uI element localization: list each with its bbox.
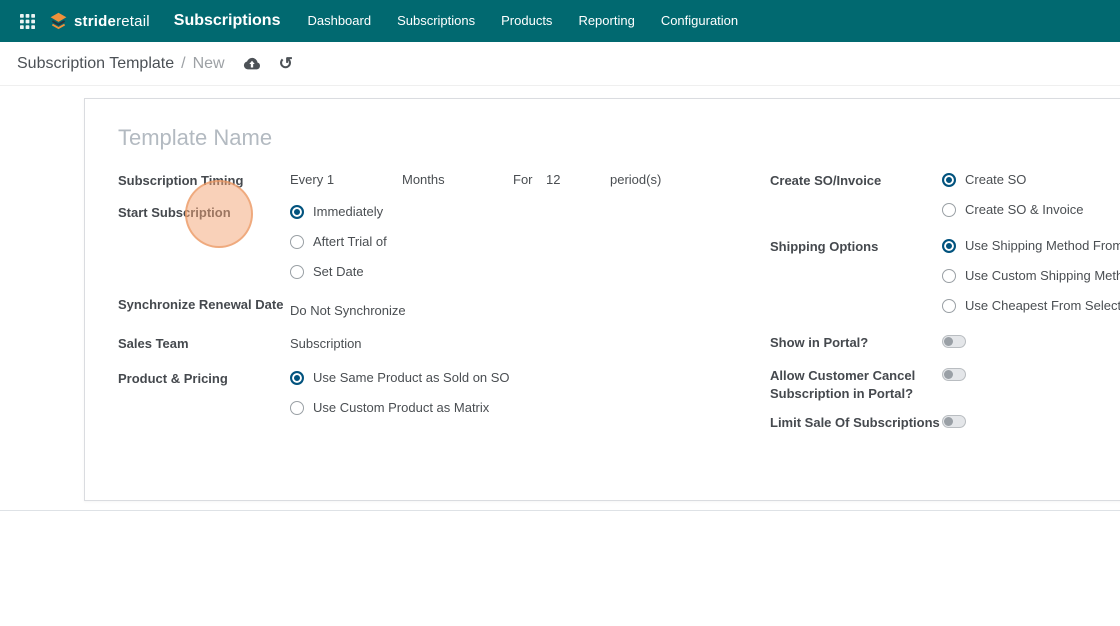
apps-grid-icon[interactable] [10, 0, 44, 42]
brand-logo[interactable]: strideretail [44, 11, 160, 32]
show-in-portal-label: Show in Portal? [770, 335, 869, 350]
radio-unchecked-icon[interactable] [942, 299, 956, 313]
main-menu: Dashboard Subscriptions Products Reporti… [294, 0, 751, 42]
breadcrumb-separator: / [181, 54, 186, 72]
form-grid: Subscription Timing Every 1 Months For 1… [118, 171, 1120, 445]
brand-name: strideretail [74, 12, 150, 30]
discard-undo-icon[interactable]: ↺ [279, 55, 293, 72]
bottom-divider [0, 510, 1120, 511]
timing-unit-select[interactable]: Months [402, 171, 513, 189]
shipping-options: Use Shipping Method From Use Custom Ship… [942, 237, 1120, 315]
timing-fields: Every 1 Months For 12 period(s) [290, 171, 661, 189]
limit-sale-toggle[interactable] [942, 415, 966, 428]
timing-period-label: period(s) [610, 172, 662, 187]
timing-for-label: For [513, 172, 533, 187]
breadcrumb-parent[interactable]: Subscription Template [17, 55, 174, 73]
row-synchronize-renewal: Synchronize Renewal Date Do Not Synchron… [118, 295, 770, 320]
menu-item-subscriptions[interactable]: Subscriptions [384, 0, 488, 42]
radio-checked-icon[interactable] [942, 239, 956, 253]
create-so-invoice-options: Create SO Create SO & Invoice [942, 171, 1084, 219]
radio-unchecked-icon[interactable] [942, 203, 956, 217]
radio-same-product[interactable]: Use Same Product as Sold on SO [290, 369, 510, 387]
menu-item-dashboard[interactable]: Dashboard [294, 0, 384, 42]
radio-unchecked-icon[interactable] [942, 269, 956, 283]
row-limit-sale: Limit Sale Of Subscriptions [770, 413, 1120, 432]
menu-item-products[interactable]: Products [488, 0, 565, 42]
radio-custom-product-matrix[interactable]: Use Custom Product as Matrix [290, 399, 510, 417]
radio-checked-icon[interactable] [290, 371, 304, 385]
row-subscription-timing: Subscription Timing Every 1 Months For 1… [118, 171, 770, 190]
row-start-subscription: Start Subscription Immediately Aftert Tr… [118, 203, 770, 281]
radio-create-so[interactable]: Create SO [942, 171, 1084, 189]
template-name-input[interactable]: Template Name [118, 125, 1120, 151]
synchronize-renewal-select[interactable]: Do Not Synchronize [290, 295, 406, 320]
radio-unchecked-icon[interactable] [290, 265, 304, 279]
show-in-portal-toggle[interactable] [942, 335, 966, 348]
radio-create-so-invoice[interactable]: Create SO & Invoice [942, 201, 1084, 219]
row-allow-cancel: Allow Customer Cancel Subscription in Po… [770, 366, 1120, 403]
radio-checked-icon[interactable] [942, 173, 956, 187]
current-app-name[interactable]: Subscriptions [160, 12, 295, 30]
breadcrumb-current: New [192, 54, 225, 72]
row-shipping-options: Shipping Options Use Shipping Method Fro… [770, 237, 1120, 315]
menu-item-configuration[interactable]: Configuration [648, 0, 751, 42]
form-sheet: Template Name Subscription Timing Every … [84, 98, 1120, 501]
timing-count-input[interactable]: 12 [546, 171, 610, 189]
row-product-pricing: Product & Pricing Use Same Product as So… [118, 369, 770, 417]
limit-sale-label: Limit Sale Of Subscriptions [770, 415, 940, 430]
allow-cancel-label: Allow Customer Cancel Subscription in Po… [770, 368, 916, 401]
breadcrumb-bar: Subscription Template / New ↺ [0, 42, 1120, 86]
timing-every-input[interactable]: Every 1 [290, 171, 402, 189]
sales-team-input[interactable]: Subscription [290, 334, 362, 353]
radio-custom-shipping[interactable]: Use Custom Shipping Metho [942, 267, 1120, 285]
brand-logo-icon [48, 11, 69, 32]
row-sales-team: Sales Team Subscription [118, 334, 770, 353]
radio-set-date[interactable]: Set Date [290, 263, 387, 281]
row-show-in-portal: Show in Portal? [770, 333, 1120, 352]
radio-shipping-from-so[interactable]: Use Shipping Method From [942, 237, 1120, 255]
start-subscription-label: Start Subscription [118, 205, 231, 220]
form-right-column: Create SO/Invoice Create SO Create SO & … [770, 171, 1120, 445]
sales-team-label: Sales Team [118, 336, 189, 351]
create-so-invoice-label: Create SO/Invoice [770, 173, 882, 188]
top-navbar: strideretail Subscriptions Dashboard Sub… [0, 0, 1120, 42]
allow-cancel-toggle[interactable] [942, 368, 966, 381]
synchronize-renewal-label: Synchronize Renewal Date [118, 297, 284, 312]
radio-unchecked-icon[interactable] [290, 401, 304, 415]
radio-cheapest-shipping[interactable]: Use Cheapest From Selected [942, 297, 1120, 315]
form-left-column: Subscription Timing Every 1 Months For 1… [118, 171, 770, 445]
radio-checked-icon[interactable] [290, 205, 304, 219]
menu-item-reporting[interactable]: Reporting [565, 0, 647, 42]
save-cloud-icon[interactable] [243, 56, 261, 71]
row-create-so-invoice: Create SO/Invoice Create SO Create SO & … [770, 171, 1120, 219]
radio-unchecked-icon[interactable] [290, 235, 304, 249]
radio-after-trial[interactable]: Aftert Trial of [290, 233, 387, 251]
product-pricing-options: Use Same Product as Sold on SO Use Custo… [290, 369, 510, 417]
start-subscription-options: Immediately Aftert Trial of Set Date [290, 203, 387, 281]
shipping-options-label: Shipping Options [770, 239, 879, 254]
radio-immediately[interactable]: Immediately [290, 203, 387, 221]
product-pricing-label: Product & Pricing [118, 371, 228, 386]
subscription-timing-label: Subscription Timing [118, 173, 244, 188]
